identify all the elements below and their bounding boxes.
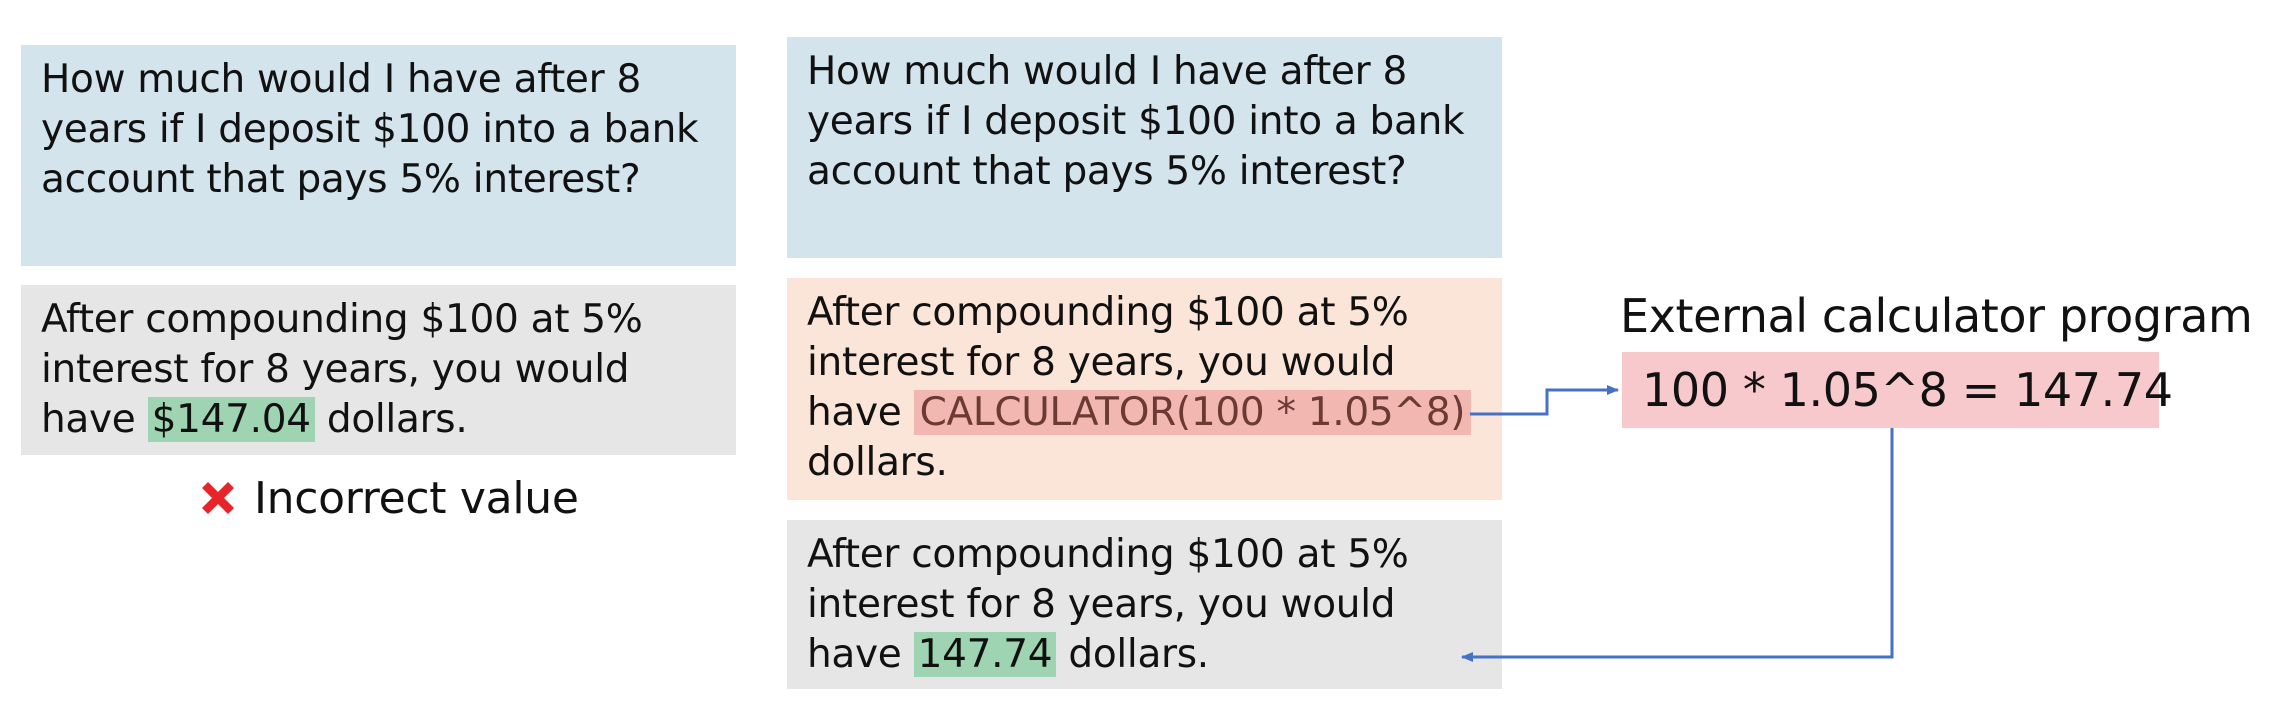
arrow-to-calculator xyxy=(1470,385,1619,416)
connector-arrows xyxy=(1461,385,1894,662)
arrow-to-answer xyxy=(1461,428,1894,662)
